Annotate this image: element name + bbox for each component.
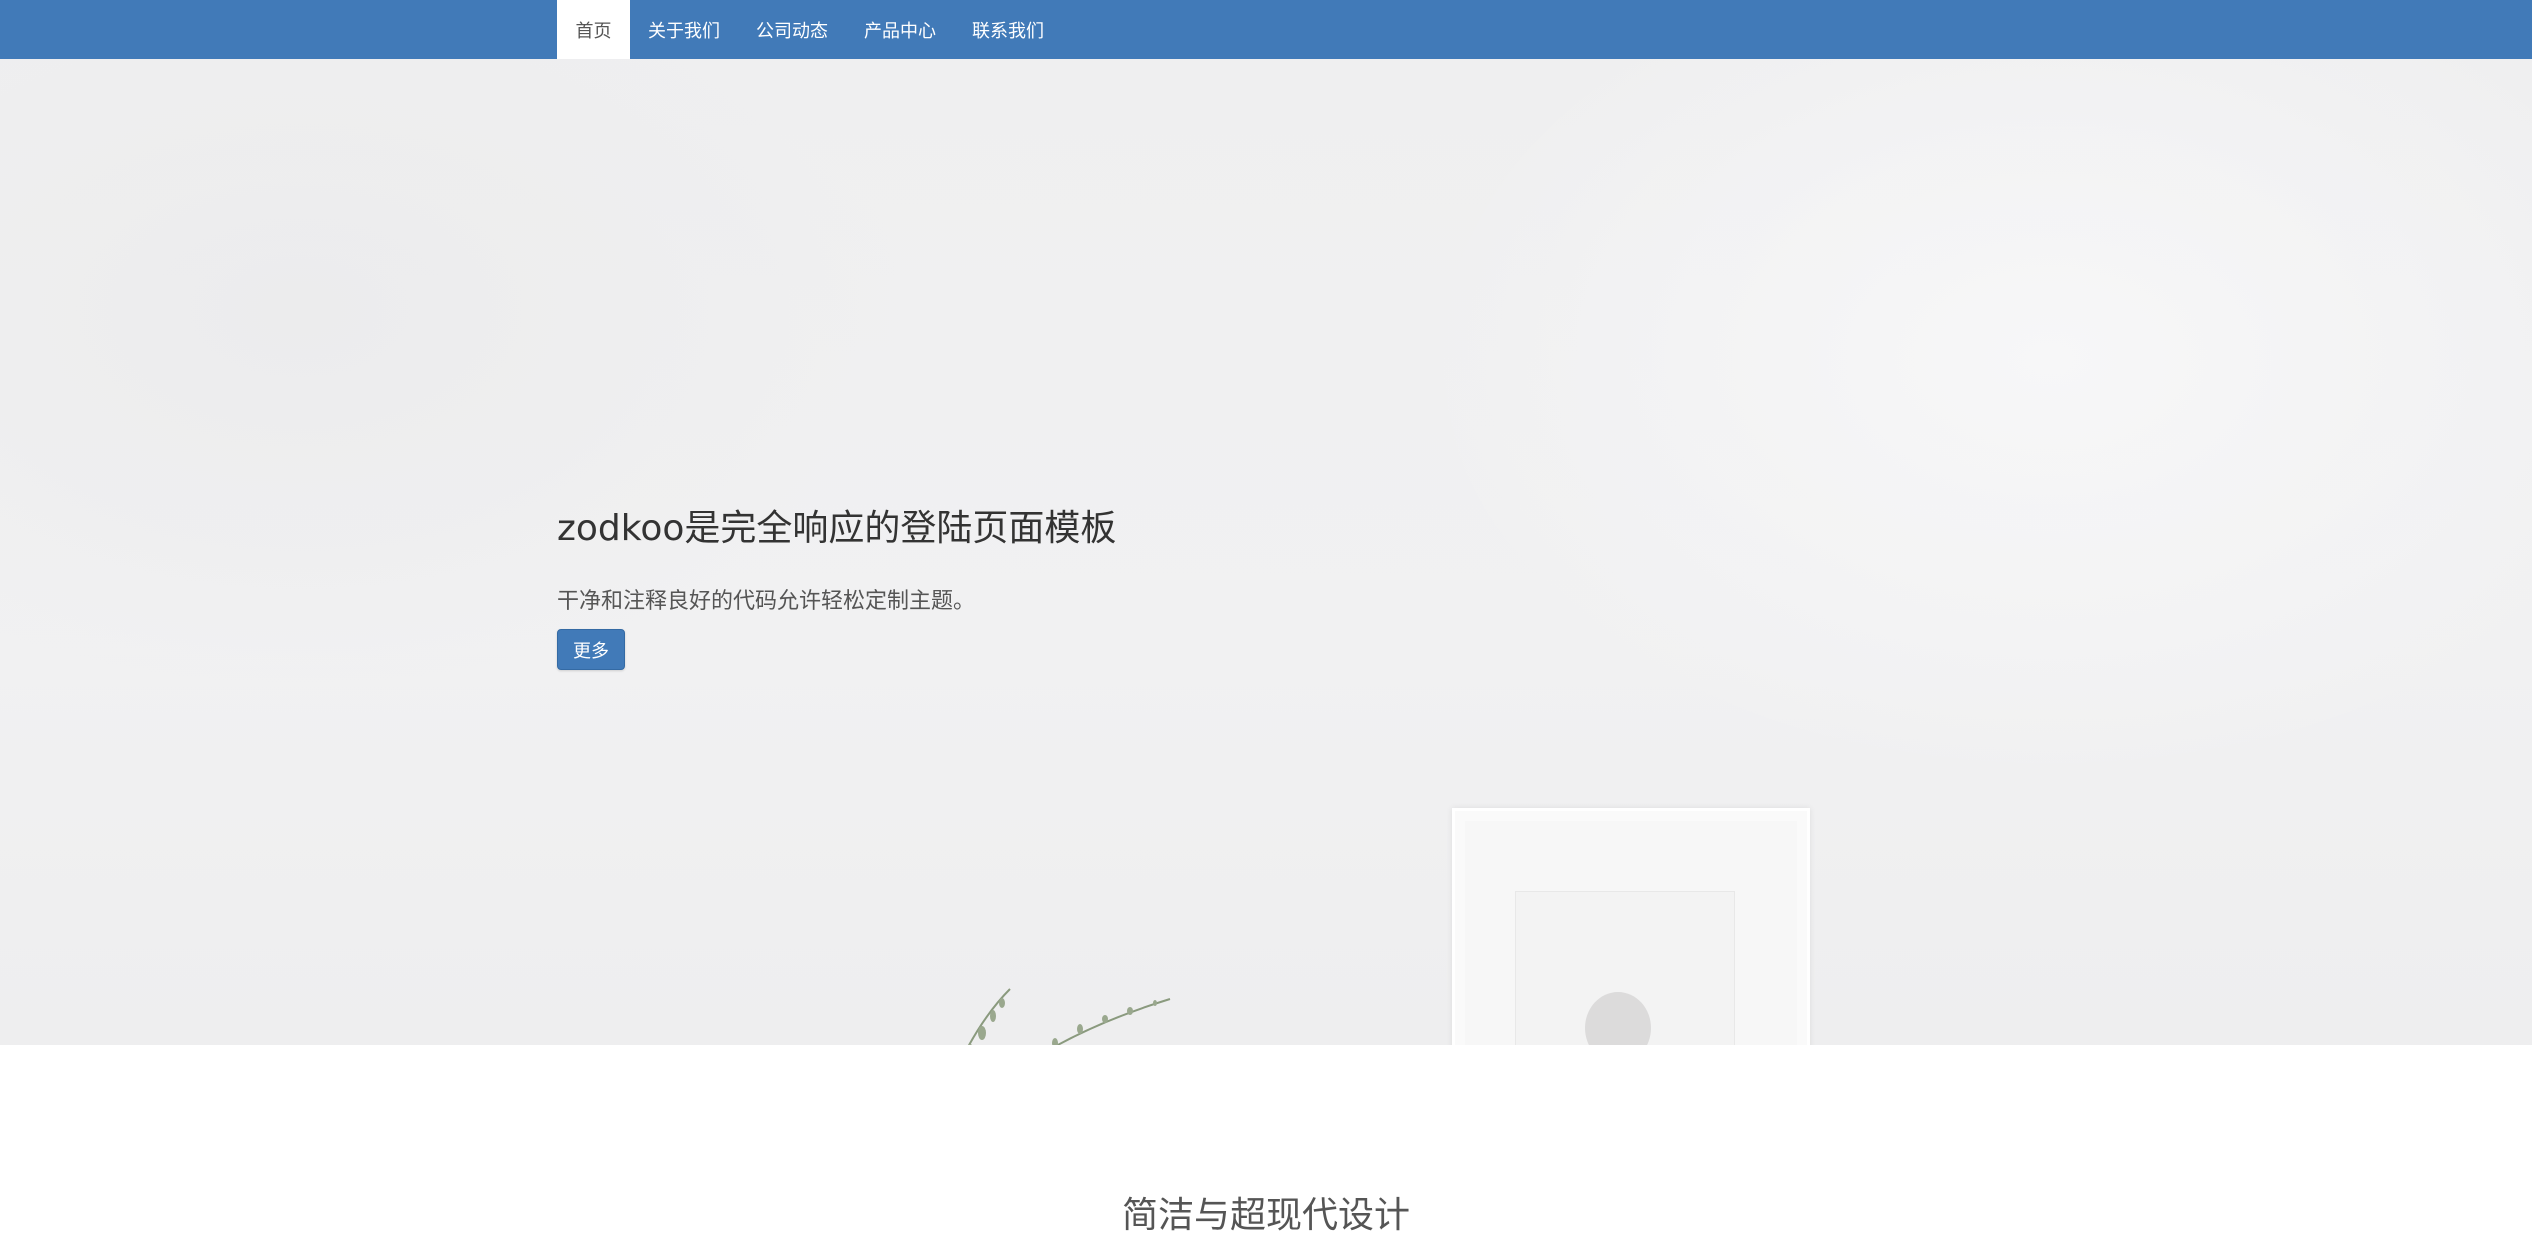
plant-image [967, 988, 1171, 1045]
hero-banner: zodkoo是完全响应的登陆页面模板 干净和注释良好的代码允许轻松定制主题。 更… [0, 59, 2532, 1045]
hero-subtitle: 干净和注释良好的代码允许轻松定制主题。 [557, 589, 976, 614]
nav-item-news[interactable]: 公司动态 [738, 0, 846, 59]
nav-menu: 首页 关于我们 公司动态 产品中心 联系我们 [557, 0, 1062, 59]
section-title: 简洁与超现代设计 [1121, 1195, 1410, 1236]
nav-item-contact[interactable]: 联系我们 [954, 0, 1062, 59]
nav-item-about[interactable]: 关于我们 [630, 0, 738, 59]
more-button[interactable]: 更多 [557, 629, 625, 670]
nav-item-home[interactable]: 首页 [557, 0, 630, 59]
picture-frame-image [1452, 808, 1810, 1045]
top-navbar: 首页 关于我们 公司动态 产品中心 联系我们 [0, 0, 2532, 59]
hero-title: zodkoo是完全响应的登陆页面模板 [557, 508, 1117, 549]
nav-item-products[interactable]: 产品中心 [846, 0, 954, 59]
